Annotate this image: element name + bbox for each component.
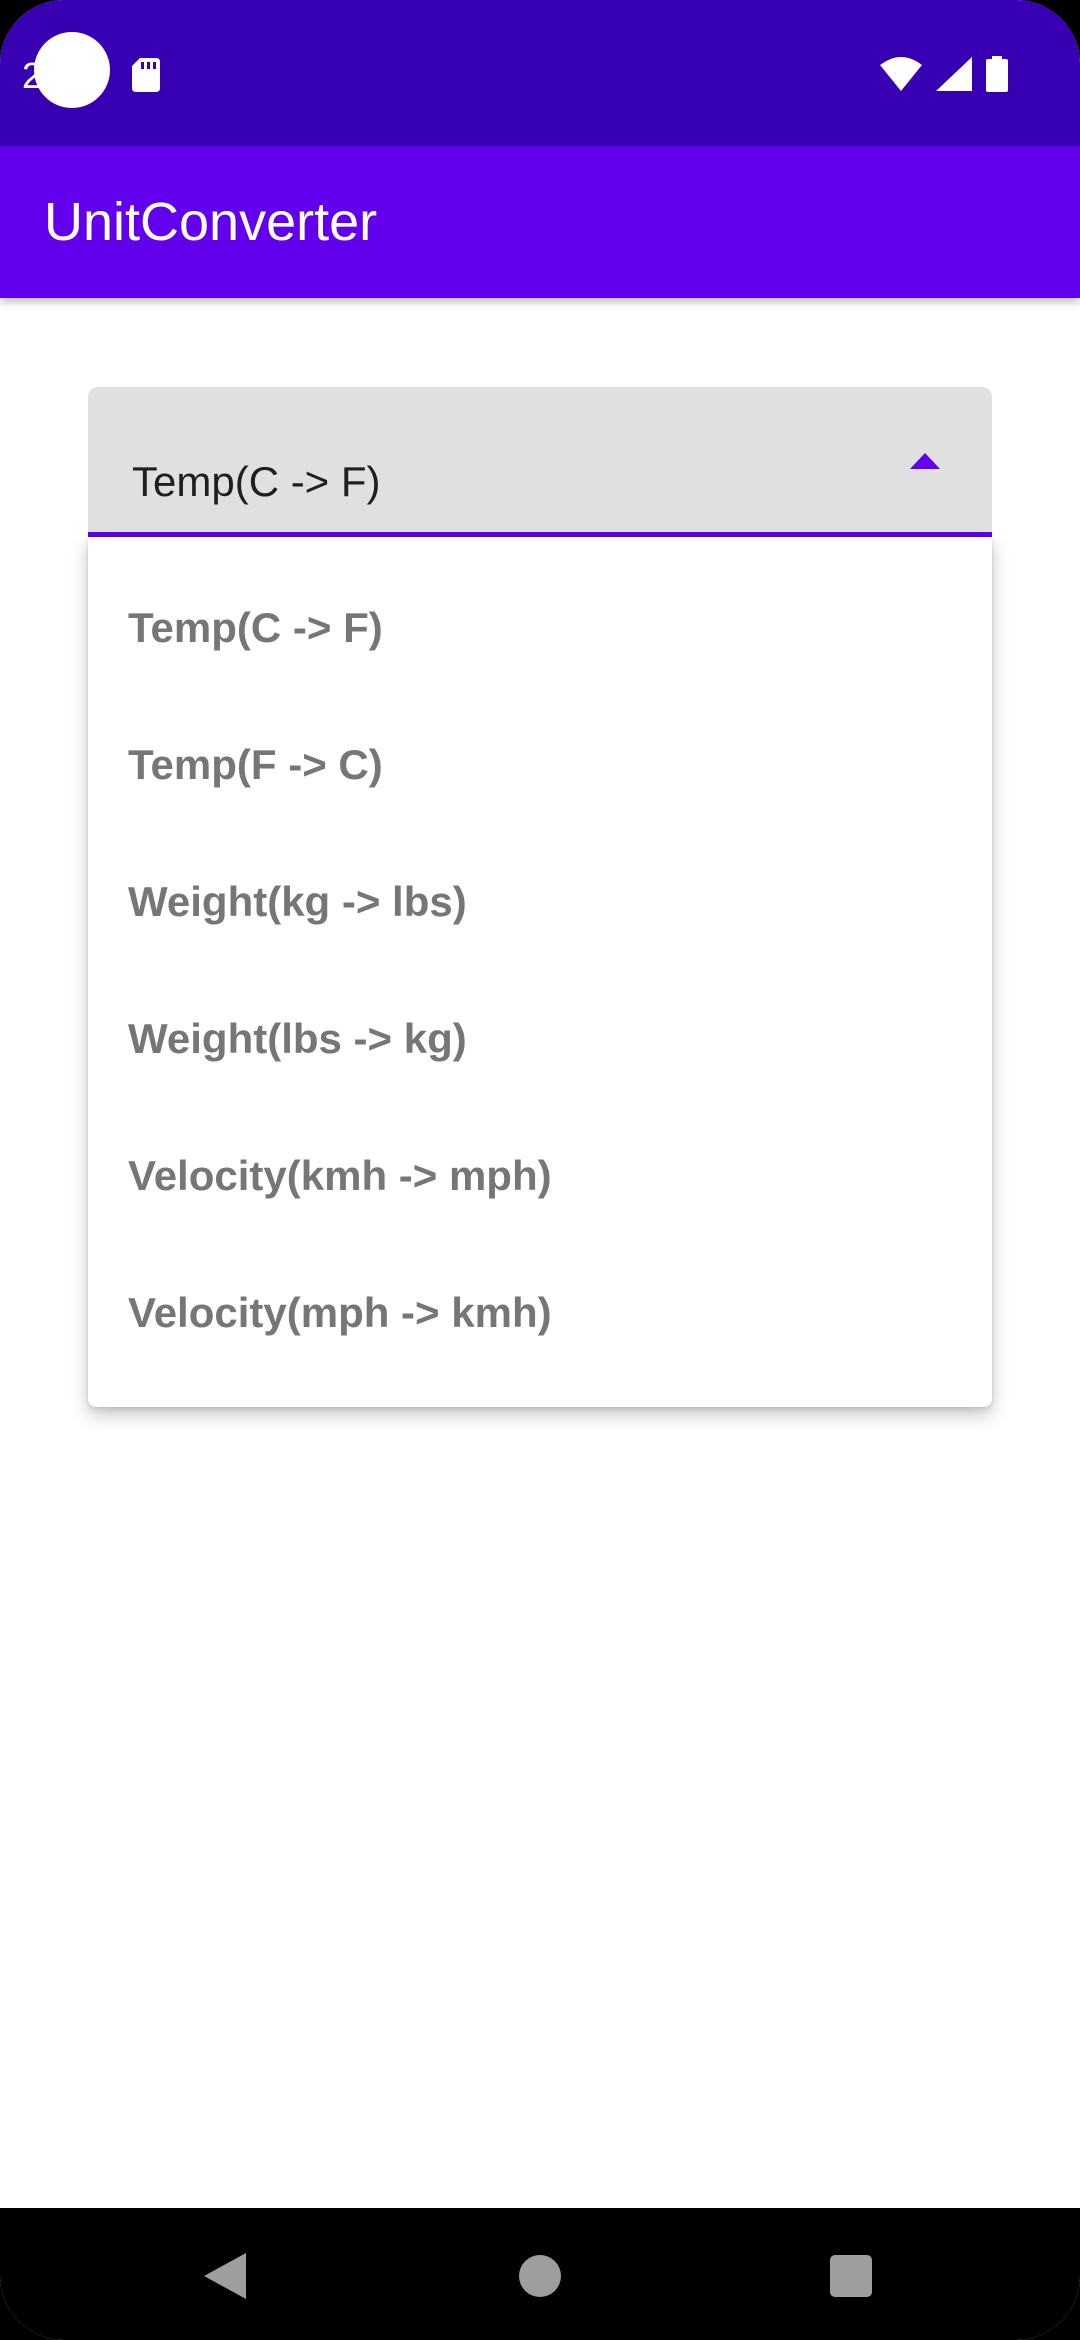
app-screen: 2 UnitConverter Temp(C -> F) Temp(C -> F… (0, 0, 1080, 2340)
menu-item-temp-c-to-f[interactable]: Temp(C -> F) (88, 559, 992, 696)
recents-icon[interactable] (830, 2255, 872, 2297)
camera-cutout (34, 32, 110, 108)
app-bar: UnitConverter (0, 146, 1080, 298)
menu-item-weight-lbs-to-kg[interactable]: Weight(lbs -> kg) (88, 970, 992, 1107)
status-bar: 2 (0, 0, 1080, 146)
signal-icon (936, 57, 972, 91)
menu-item-velocity-kmh-to-mph[interactable]: Velocity(kmh -> mph) (88, 1107, 992, 1244)
menu-item-temp-f-to-c[interactable]: Temp(F -> C) (88, 696, 992, 833)
menu-item-weight-kg-to-lbs[interactable]: Weight(kg -> lbs) (88, 833, 992, 970)
chevron-up-icon[interactable] (910, 453, 940, 469)
dropdown-menu: Temp(C -> F) Temp(F -> C) Weight(kg -> l… (88, 537, 992, 1407)
dropdown-selected-value: Temp(C -> F) (132, 458, 381, 505)
wifi-icon (880, 57, 922, 91)
battery-icon (986, 56, 1008, 92)
sd-card-icon (132, 58, 160, 92)
navigation-bar (0, 2208, 1080, 2340)
app-title: UnitConverter (44, 192, 378, 252)
status-icons (880, 54, 1008, 94)
menu-item-velocity-mph-to-kmh[interactable]: Velocity(mph -> kmh) (88, 1244, 992, 1381)
conversion-dropdown[interactable]: Temp(C -> F) (88, 387, 992, 537)
home-icon[interactable] (519, 2255, 561, 2297)
back-icon[interactable] (204, 2253, 246, 2299)
